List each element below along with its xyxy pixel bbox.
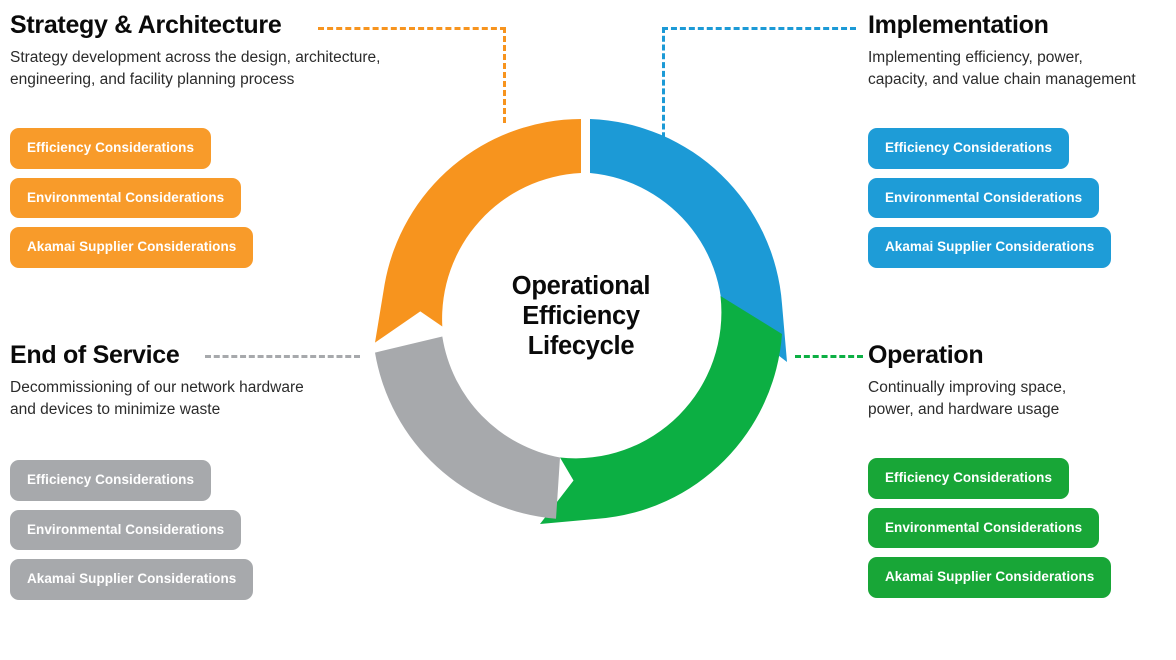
quadrant-end-of-service: End of Service Decommissioning of our ne… <box>10 342 410 421</box>
pill-akamai-supplier-considerations-implementation[interactable]: Akamai Supplier Considerations <box>868 227 1112 268</box>
pill-environmental-considerations-end-of-service[interactable]: Environmental Considerations <box>10 509 242 550</box>
operational-efficiency-lifecycle-infographic: { "center": { "line1": "Operational", "l… <box>0 0 1176 660</box>
center-label-line-1: Operational <box>511 272 651 300</box>
quadrant-description-operation: Continually improving space, power, and … <box>868 377 1168 421</box>
connector-implementation-vertical <box>662 27 665 147</box>
quadrant-operation: Operation Continually improving space, p… <box>868 342 1168 421</box>
pill-efficiency-considerations-end-of-service[interactable]: Efficiency Considerations <box>10 460 212 501</box>
quadrant-header-end-of-service: End of Service <box>10 341 410 369</box>
pill-akamai-supplier-considerations-strategy[interactable]: Akamai Supplier Considerations <box>10 227 254 268</box>
description-line-1: Implementing efficiency, power, <box>868 49 1083 67</box>
pill-group-end-of-service: Efficiency Considerations Environmental … <box>10 460 254 609</box>
center-label: Operational Efficiency Lifecycle <box>469 272 693 361</box>
description-line-2: power, and hardware usage <box>868 401 1060 419</box>
pill-efficiency-considerations-implementation[interactable]: Efficiency Considerations <box>868 128 1070 169</box>
quadrant-title-implementation: Implementation <box>868 11 1049 39</box>
description-line-2: capacity, and value chain management <box>868 71 1136 89</box>
quadrant-header-strategy-architecture: Strategy & Architecture <box>10 11 450 39</box>
pill-environmental-considerations-strategy[interactable]: Environmental Considerations <box>10 177 242 218</box>
description-line-1: Continually improving space, <box>868 379 1067 397</box>
center-label-line-3: Lifecycle <box>527 331 635 360</box>
pill-environmental-considerations-implementation[interactable]: Environmental Considerations <box>868 177 1100 218</box>
connector-implementation-horizontal <box>662 27 856 30</box>
description-line-2: and devices to minimize waste <box>10 401 221 419</box>
pill-group-strategy-architecture: Efficiency Considerations Environmental … <box>10 128 254 277</box>
pill-efficiency-considerations-operation[interactable]: Efficiency Considerations <box>868 458 1070 499</box>
quadrant-description-implementation: Implementing efficiency, power, capacity… <box>868 47 1176 91</box>
connector-operation-horizontal <box>795 355 863 358</box>
pill-environmental-considerations-operation[interactable]: Environmental Considerations <box>868 507 1100 548</box>
connector-strategy-architecture-vertical <box>503 27 506 123</box>
pill-group-operation: Efficiency Considerations Environmental … <box>868 458 1112 607</box>
quadrant-header-operation: Operation <box>868 341 1168 369</box>
center-label-line-2: Efficiency <box>522 301 640 330</box>
quadrant-description-end-of-service: Decommissioning of our network hardware … <box>10 377 410 421</box>
description-line-2: engineering, and facility planning proce… <box>10 71 295 89</box>
quadrant-implementation: Implementation Implementing efficiency, … <box>868 12 1176 91</box>
description-line-1: Decommissioning of our network hardware <box>10 379 304 397</box>
pill-akamai-supplier-considerations-end-of-service[interactable]: Akamai Supplier Considerations <box>10 559 254 600</box>
quadrant-description-strategy-architecture: Strategy development across the design, … <box>10 47 450 91</box>
quadrant-header-implementation: Implementation <box>868 11 1176 39</box>
quadrant-title-strategy-architecture: Strategy & Architecture <box>10 11 282 39</box>
description-line-1: Strategy development across the design, … <box>10 49 381 67</box>
quadrant-title-operation: Operation <box>868 341 984 369</box>
pill-group-implementation: Efficiency Considerations Environmental … <box>868 128 1112 277</box>
pill-akamai-supplier-considerations-operation[interactable]: Akamai Supplier Considerations <box>868 557 1112 598</box>
quadrant-strategy-architecture: Strategy & Architecture Strategy develop… <box>10 12 450 91</box>
quadrant-title-end-of-service: End of Service <box>10 341 180 369</box>
pill-efficiency-considerations-strategy[interactable]: Efficiency Considerations <box>10 128 212 169</box>
